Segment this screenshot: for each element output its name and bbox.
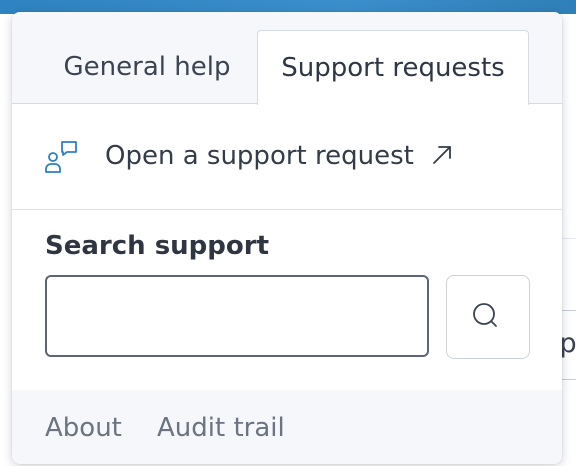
support-chat-person-icon: [44, 140, 78, 174]
tab-support-requests[interactable]: Support requests: [257, 30, 529, 105]
search-icon: [473, 303, 497, 327]
tab-general-help[interactable]: General help: [52, 30, 242, 104]
help-popover-footer: About Audit trail: [12, 390, 562, 464]
help-tab-bar: General help Support requests: [12, 12, 562, 105]
background-divider: [560, 238, 576, 239]
external-link-arrow-icon: [431, 144, 453, 166]
about-link[interactable]: About: [45, 410, 122, 446]
search-support-heading: Search support: [45, 231, 270, 261]
section-divider: [12, 209, 562, 210]
help-popover: General help Support requests Open a sup…: [12, 12, 562, 464]
open-support-request-link[interactable]: Open a support request: [12, 104, 562, 209]
search-support-input[interactable]: [45, 275, 429, 357]
open-support-request-label: Open a support request: [105, 141, 414, 171]
search-button[interactable]: [446, 275, 530, 359]
audit-trail-link[interactable]: Audit trail: [157, 410, 285, 446]
